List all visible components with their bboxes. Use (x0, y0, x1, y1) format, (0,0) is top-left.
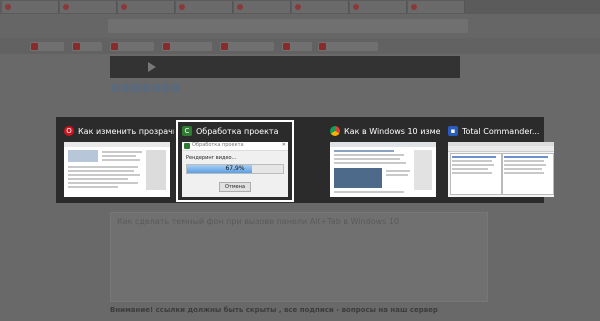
cancel-button[interactable]: Отмена (219, 182, 251, 192)
bookmark-item (30, 42, 64, 51)
address-bar (108, 19, 468, 33)
bookmark-item (72, 42, 102, 51)
close-icon: ✕ (281, 142, 286, 148)
progress-percent: 67,9% (225, 165, 245, 172)
window-thumbnail (64, 142, 170, 197)
window-title: Как в Windows 10 измен... (344, 126, 440, 136)
window-thumbnail: Обработка проекта ✕ Рендеринг видео... 6… (182, 142, 288, 197)
browser-tab (118, 1, 175, 13)
share-icon (162, 84, 170, 92)
browser-tab (176, 1, 233, 13)
share-icon (172, 84, 180, 92)
window-thumbnail (448, 142, 554, 197)
window-card-chrome[interactable]: Как в Windows 10 измен... (326, 122, 440, 200)
floppy-disk-icon: ▪ (448, 126, 458, 136)
bookmark-item (110, 42, 154, 51)
bookmark-item (220, 42, 274, 51)
play-icon (148, 62, 156, 72)
chrome-icon (330, 126, 340, 136)
notice-text: Внимание! ссылки должны быть скрыты , вс… (110, 306, 438, 314)
bookmark-item (162, 42, 212, 51)
browser-tab (350, 1, 407, 13)
share-icon (112, 84, 120, 92)
dialog-titlebar: Обработка проекта ✕ (182, 142, 288, 151)
browser-tab (292, 1, 349, 13)
bookmark-item (282, 42, 312, 51)
dialog-title: Обработка проекта (192, 142, 244, 148)
browser-tab (234, 1, 291, 13)
bookmark-item (318, 42, 378, 51)
window-card-camtasia[interactable]: C Обработка проекта Обработка проекта ✕ … (176, 120, 294, 202)
window-thumbnail (330, 142, 436, 197)
comment-textarea: Как сделать темный фон при вызове панели… (110, 212, 488, 302)
window-card-opera[interactable]: O Как изменить прозрачн... (60, 122, 174, 200)
share-icon (132, 84, 140, 92)
window-title: Total Commander... (462, 126, 540, 136)
window-card-total-commander[interactable]: ▪ Total Commander... (444, 122, 558, 200)
browser-tab (60, 1, 117, 13)
browser-tab-bar (0, 0, 600, 14)
window-title: Обработка проекта (196, 126, 279, 136)
browser-tab (2, 1, 59, 13)
textarea-text: Как сделать темный фон при вызове панели… (117, 217, 400, 226)
progress-bar: 67,9% (186, 164, 284, 174)
camtasia-icon (184, 143, 190, 149)
progress-label: Рендеринг видео... (186, 155, 237, 161)
camtasia-icon: C (182, 126, 192, 136)
video-player (110, 56, 460, 78)
opera-icon: O (64, 126, 74, 136)
browser-tab (408, 1, 465, 13)
share-icon (142, 84, 150, 92)
window-title: Как изменить прозрачн... (78, 126, 174, 136)
share-icon (122, 84, 130, 92)
share-icon (152, 84, 160, 92)
